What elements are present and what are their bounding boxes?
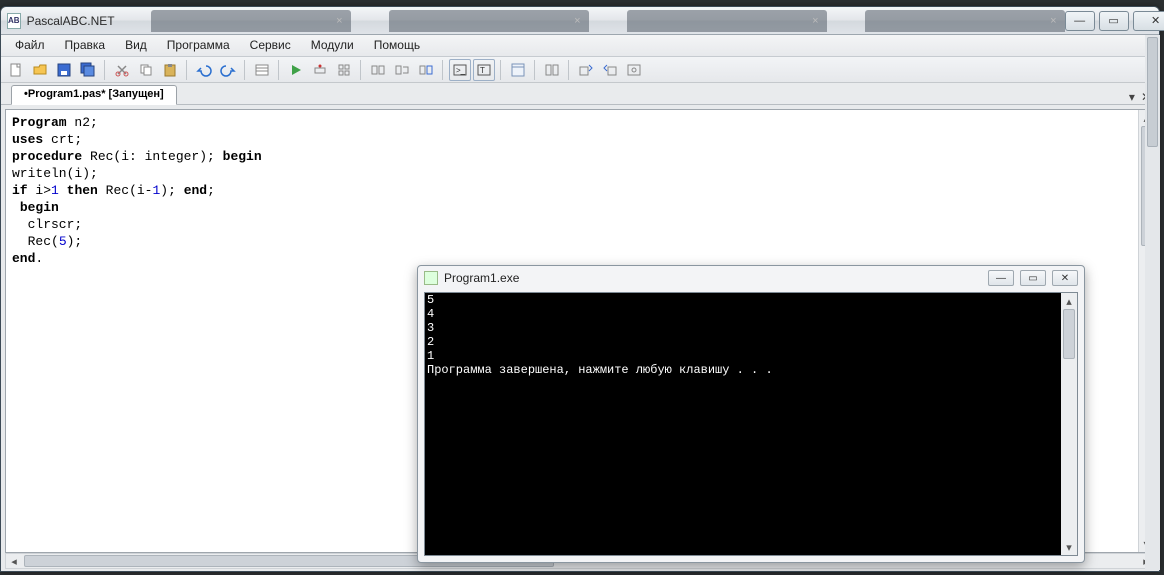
document-tab[interactable]: •Program1.pas* [Запущен]: [11, 85, 177, 105]
maximize-button[interactable]: ▭: [1099, 11, 1129, 31]
run-icon[interactable]: [285, 59, 307, 81]
console-body: 5 4 3 2 1 Программа завершена, нажмите л…: [424, 292, 1078, 556]
console-vertical-scrollbar[interactable]: ▴ ▾: [1061, 293, 1077, 555]
toolbar-separator: [500, 60, 502, 80]
menu-view[interactable]: Вид: [115, 35, 157, 56]
tab-dropdown-icon[interactable]: ▾: [1129, 90, 1135, 104]
redo-icon[interactable]: [217, 59, 239, 81]
scrollbar-thumb[interactable]: [1147, 37, 1158, 147]
console-minimize-button[interactable]: —: [988, 270, 1014, 286]
toolbar-separator: [278, 60, 280, 80]
step-over-icon[interactable]: [309, 59, 331, 81]
console-app-icon: [424, 271, 438, 285]
menu-file[interactable]: Файл: [5, 35, 55, 56]
console-output[interactable]: 5 4 3 2 1 Программа завершена, нажмите л…: [425, 293, 1061, 555]
copy-icon[interactable]: [135, 59, 157, 81]
console-window[interactable]: Program1.exe — ▭ ✕ 5 4 3 2 1 Программа з…: [417, 265, 1085, 563]
menu-program[interactable]: Программа: [157, 35, 240, 56]
ghost-tab[interactable]: ×: [865, 10, 1065, 32]
save-all-icon[interactable]: [77, 59, 99, 81]
menu-help[interactable]: Помощь: [364, 35, 430, 56]
window-vertical-scrollbar[interactable]: [1145, 35, 1160, 570]
console-title-bar[interactable]: Program1.exe — ▭ ✕: [418, 266, 1084, 290]
ghost-tab[interactable]: ×: [151, 10, 351, 32]
terminal-out-icon[interactable]: T: [473, 59, 495, 81]
close-button[interactable]: ✕: [1133, 11, 1164, 31]
toolbar-separator: [104, 60, 106, 80]
save-icon[interactable]: [53, 59, 75, 81]
stop-icon[interactable]: [367, 59, 389, 81]
console-maximize-button[interactable]: ▭: [1020, 270, 1046, 286]
svg-text:>_: >_: [456, 66, 466, 75]
app-icon: AB: [7, 13, 21, 29]
toolbar-separator: [360, 60, 362, 80]
toolbar-separator: [534, 60, 536, 80]
ghost-tab[interactable]: ×: [389, 10, 589, 32]
menu-bar: Файл Правка Вид Программа Сервис Модули …: [1, 35, 1159, 57]
code-text[interactable]: Program n2; uses crt; procedure Rec(i: i…: [6, 110, 1154, 271]
debug-icon[interactable]: [415, 59, 437, 81]
toolbar-separator: [568, 60, 570, 80]
toolbar-separator: [442, 60, 444, 80]
console-title: Program1.exe: [444, 271, 519, 285]
form-design-icon[interactable]: [507, 59, 529, 81]
properties-icon[interactable]: [251, 59, 273, 81]
svg-text:T: T: [480, 66, 485, 75]
window-controls: — ▭ ✕: [1065, 11, 1164, 31]
undo-icon[interactable]: [193, 59, 215, 81]
menu-edit[interactable]: Правка: [55, 35, 116, 56]
paste-icon[interactable]: [159, 59, 181, 81]
menu-service[interactable]: Сервис: [240, 35, 301, 56]
toolbar-separator: [186, 60, 188, 80]
cut-icon[interactable]: [111, 59, 133, 81]
toolbar: >_ T: [1, 57, 1159, 83]
menu-modules[interactable]: Модули: [301, 35, 364, 56]
document-tab-strip: •Program1.pas* [Запущен] ▾ ✕: [1, 83, 1159, 105]
module-export-icon[interactable]: [599, 59, 621, 81]
toolbar-separator: [244, 60, 246, 80]
terminal-in-icon[interactable]: >_: [449, 59, 471, 81]
open-file-icon[interactable]: [29, 59, 51, 81]
module-icon[interactable]: [541, 59, 563, 81]
main-window: AB PascalABC.NET × × × × — ▭ ✕ Файл Прав…: [0, 6, 1160, 572]
new-file-icon[interactable]: [5, 59, 27, 81]
app-title: PascalABC.NET: [27, 14, 115, 28]
title-bar[interactable]: AB PascalABC.NET × × × × — ▭ ✕: [1, 7, 1159, 35]
module-import-icon[interactable]: [575, 59, 597, 81]
scrollbar-thumb[interactable]: [1063, 309, 1075, 359]
module-config-icon[interactable]: [623, 59, 645, 81]
console-close-button[interactable]: ✕: [1052, 270, 1078, 286]
step-into-icon[interactable]: [333, 59, 355, 81]
browser-ghost-tabs: × × × ×: [115, 10, 1065, 32]
minimize-button[interactable]: —: [1065, 11, 1095, 31]
pause-icon[interactable]: [391, 59, 413, 81]
ghost-tab[interactable]: ×: [627, 10, 827, 32]
